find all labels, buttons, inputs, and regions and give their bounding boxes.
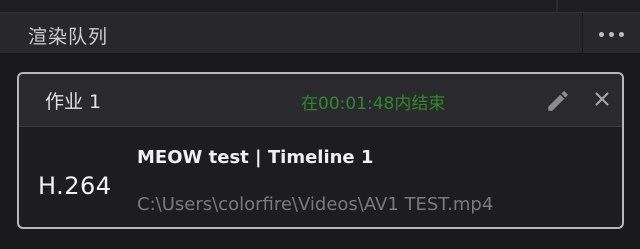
more-horizontal-icon (598, 31, 604, 37)
more-options-button[interactable] (590, 21, 632, 47)
pencil-icon[interactable] (545, 88, 571, 114)
job-header: 作业 1 在00:01:48内结束 (19, 74, 622, 127)
more-horizontal-icon-dot (608, 31, 614, 37)
top-strip-divider (556, 0, 558, 12)
job-status: 在00:01:48内结束 (301, 94, 446, 114)
more-horizontal-icon-dot (618, 31, 624, 37)
job-timeline-title: MEOW test | Timeline 1 (137, 147, 374, 168)
header-divider (582, 13, 583, 53)
render-queue-header: 渲染队列 (0, 12, 640, 54)
close-icon[interactable] (591, 88, 613, 110)
top-strip (0, 0, 640, 12)
render-job-card[interactable]: 作业 1 在00:01:48内结束 H.264 MEOW test | Time… (17, 72, 624, 229)
output-path: C:\Users\colorfire\Videos\AV1 TEST.mp4 (137, 194, 494, 215)
codec-label: H.264 (38, 172, 112, 200)
job-name: 作业 1 (45, 91, 102, 113)
panel-title: 渲染队列 (28, 26, 109, 48)
